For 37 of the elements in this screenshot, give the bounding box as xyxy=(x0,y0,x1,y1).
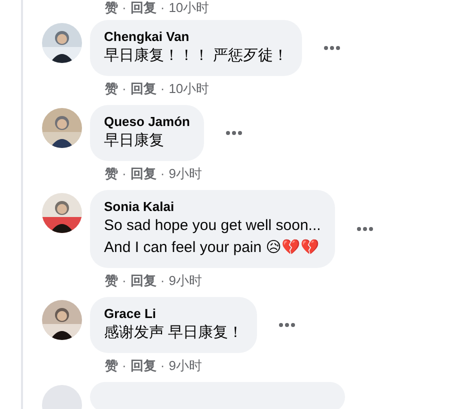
separator-dot: · xyxy=(122,166,126,182)
author-name[interactable]: Grace Li xyxy=(104,305,244,322)
action-link[interactable]: 赞 xyxy=(105,166,118,182)
action-link[interactable]: 回复 xyxy=(130,166,156,182)
author-name[interactable]: Queso Jamón xyxy=(104,113,190,130)
separator-dot: · xyxy=(122,0,126,16)
separator-dot: · xyxy=(160,166,165,182)
action-link[interactable]: 回复 xyxy=(130,273,156,289)
action-link[interactable]: 赞 xyxy=(105,0,118,16)
comment-text: So sad hope you get well soon... And I can feel your pain 😥💔💔 xyxy=(104,216,321,258)
separator-dot: · xyxy=(122,81,126,97)
action-link[interactable]: 赞 xyxy=(105,81,118,97)
comment-text: 早日康复！！！ 严惩歹徒！ xyxy=(104,46,288,66)
more-icon[interactable] xyxy=(356,226,373,231)
action-link[interactable]: 回复 xyxy=(130,358,156,374)
separator-dot: · xyxy=(122,273,126,289)
more-icon[interactable] xyxy=(279,322,296,327)
separator-dot: · xyxy=(160,0,165,16)
comment-text: 早日康复 xyxy=(104,131,165,151)
action-link[interactable]: 回复 xyxy=(130,0,156,16)
timestamp[interactable]: 9小时 xyxy=(168,273,202,289)
separator-dot: · xyxy=(160,273,165,289)
more-icon[interactable] xyxy=(324,46,340,50)
separator-dot: · xyxy=(160,81,165,97)
action-link[interactable]: 赞 xyxy=(105,358,118,374)
more-icon[interactable] xyxy=(226,130,242,135)
timestamp[interactable]: 10小时 xyxy=(168,81,210,97)
comment-text: 感谢发声 早日康复！ xyxy=(104,323,244,343)
timestamp[interactable]: 9小时 xyxy=(168,166,202,182)
author-name[interactable]: Chengkai Van xyxy=(104,28,288,45)
separator-dot: · xyxy=(160,358,165,374)
timestamp[interactable]: 9小时 xyxy=(168,358,202,374)
timestamp[interactable]: 10小时 xyxy=(168,0,210,16)
separator-dot: · xyxy=(122,358,126,374)
action-link[interactable]: 赞 xyxy=(105,273,118,289)
author-name[interactable]: Sonia Kalai xyxy=(104,198,321,215)
action-link[interactable]: 回复 xyxy=(130,81,156,97)
